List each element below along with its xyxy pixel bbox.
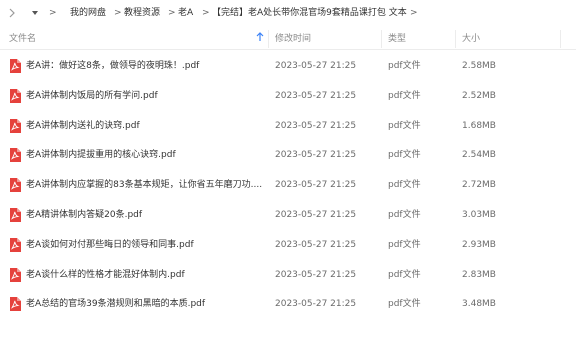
file-name[interactable]: 老A讲体制内送礼的诀窍.pdf <box>26 120 266 132</box>
file-type: pdf文件 <box>388 61 421 71</box>
file-size: 2.58MB <box>462 61 496 71</box>
file-size: 1.68MB <box>462 120 496 131</box>
sort-ascending-icon[interactable] <box>256 32 264 45</box>
file-size: 2.83MB <box>462 269 496 280</box>
file-row[interactable]: 老A讲体制内应掌握的83条基本规矩，让你省五年磨刀功.... 2023-05-27… <box>0 171 576 201</box>
file-type: pdf文件 <box>388 210 421 220</box>
column-header-type[interactable]: 类型 <box>388 33 406 45</box>
file-row[interactable]: 老A精讲体制内答疑20条.pdf 2023-05-27 21:25 pdf文件 3.0… <box>0 201 576 231</box>
pdf-file-icon <box>9 237 21 252</box>
file-size: 2.52MB <box>462 90 496 101</box>
breadcrumb-separator: > <box>202 8 210 18</box>
file-size: 3.03MB <box>462 210 496 220</box>
breadcrumb-separator: > <box>168 8 176 18</box>
column-divider[interactable] <box>455 30 456 48</box>
file-size: 2.54MB <box>462 150 496 161</box>
pdf-file-icon <box>9 59 21 73</box>
file-name[interactable]: 老A讲体制内提拔重用的核心诀窍.pdf <box>26 149 266 161</box>
file-modified: 2023-05-27 21:25 <box>275 150 357 161</box>
file-name[interactable]: 老A谈什么样的性格才能混好体制内.pdf <box>26 269 266 281</box>
file-modified: 2023-05-27 21:25 <box>275 120 357 131</box>
file-modified: 2023-05-27 21:25 <box>275 210 357 220</box>
file-modified: 2023-05-27 21:25 <box>275 61 357 71</box>
forward-chevron-icon[interactable] <box>6 6 18 20</box>
pdf-file-icon <box>9 178 21 193</box>
file-name[interactable]: 老A谈如何对付那些晦日的领导和同事.pdf <box>26 239 266 251</box>
file-size: 3.48MB <box>462 299 496 310</box>
column-divider[interactable] <box>381 30 382 48</box>
pdf-file-icon <box>9 88 21 103</box>
column-header-modified[interactable]: 修改时间 <box>275 33 311 45</box>
breadcrumb-bar: > 我的网盘 > 教程资源 > 老A > 【完结】老A处长带你混官场9套精品课打… <box>0 0 576 26</box>
pdf-file-icon <box>9 208 21 222</box>
breadcrumb-item-my-drive[interactable]: 我的网盘 <box>70 7 106 19</box>
file-type: pdf文件 <box>388 180 421 191</box>
file-row[interactable]: 老A谈什么样的性格才能混好体制内.pdf 2023-05-27 21:25 pdf文… <box>0 261 576 291</box>
breadcrumb-item-lao-a[interactable]: 老A <box>178 7 193 19</box>
pdf-file-icon <box>9 118 21 133</box>
breadcrumb-separator: > <box>410 8 418 18</box>
file-modified: 2023-05-27 21:25 <box>275 269 357 280</box>
column-header-size[interactable]: 大小 <box>462 33 480 45</box>
file-modified: 2023-05-27 21:25 <box>275 299 357 310</box>
file-modified: 2023-05-27 21:25 <box>275 90 357 101</box>
dropdown-arrow-icon[interactable] <box>29 6 41 20</box>
file-name[interactable]: 老A讲：做好这8条，做领导的夜明珠！.pdf <box>26 60 266 72</box>
column-header-name[interactable]: 文件名 <box>9 33 36 45</box>
breadcrumb-separator: > <box>114 8 122 18</box>
file-row[interactable]: 老A讲体制内提拔重用的核心诀窍.pdf 2023-05-27 21:25 pdf文件… <box>0 141 576 171</box>
file-modified: 2023-05-27 21:25 <box>275 239 357 250</box>
breadcrumb-separator: > <box>49 8 57 18</box>
file-name[interactable]: 老A总结的官场39条潜规则和黑暗的本质.pdf <box>26 298 266 310</box>
pdf-file-icon <box>9 297 21 312</box>
file-list-header: 文件名 修改时间 类型 大小 <box>0 28 576 50</box>
file-row[interactable]: 老A谈如何对付那些晦日的领导和同事.pdf 2023-05-27 21:25 pdf… <box>0 231 576 261</box>
file-type: pdf文件 <box>388 239 421 250</box>
file-name[interactable]: 老A讲体制内饭局的所有学问.pdf <box>26 90 266 102</box>
file-row[interactable]: 老A讲体制内送礼的诀窍.pdf 2023-05-27 21:25 pdf文件 1.68… <box>0 112 576 142</box>
file-type: pdf文件 <box>388 269 421 280</box>
file-type: pdf文件 <box>388 299 421 310</box>
file-size: 2.93MB <box>462 239 496 250</box>
file-type: pdf文件 <box>388 120 421 131</box>
column-divider[interactable] <box>560 30 561 48</box>
file-row[interactable]: 老A总结的官场39条潜规则和黑暗的本质.pdf 2023-05-27 21:25 p… <box>0 290 576 320</box>
pdf-file-icon <box>9 148 21 163</box>
file-row[interactable]: 老A讲：做好这8条，做领导的夜明珠！.pdf 2023-05-27 21:25 pd… <box>0 52 576 82</box>
file-modified: 2023-05-27 21:25 <box>275 180 357 191</box>
breadcrumb-item-tutorials[interactable]: 教程资源 <box>124 7 160 19</box>
file-name[interactable]: 老A精讲体制内答疑20条.pdf <box>26 209 266 221</box>
file-name[interactable]: 老A讲体制内应掌握的83条基本规矩，让你省五年磨刀功.... <box>26 179 266 191</box>
file-size: 2.72MB <box>462 180 496 191</box>
file-type: pdf文件 <box>388 150 421 161</box>
breadcrumb-item-current-folder[interactable]: 【完结】老A处长带你混官场9套精品课打包 文本 <box>212 7 407 19</box>
pdf-file-icon <box>9 267 21 282</box>
file-type: pdf文件 <box>388 90 421 101</box>
file-row[interactable]: 老A讲体制内饭局的所有学问.pdf 2023-05-27 21:25 pdf文件 2.… <box>0 82 576 112</box>
column-divider[interactable] <box>268 30 269 48</box>
